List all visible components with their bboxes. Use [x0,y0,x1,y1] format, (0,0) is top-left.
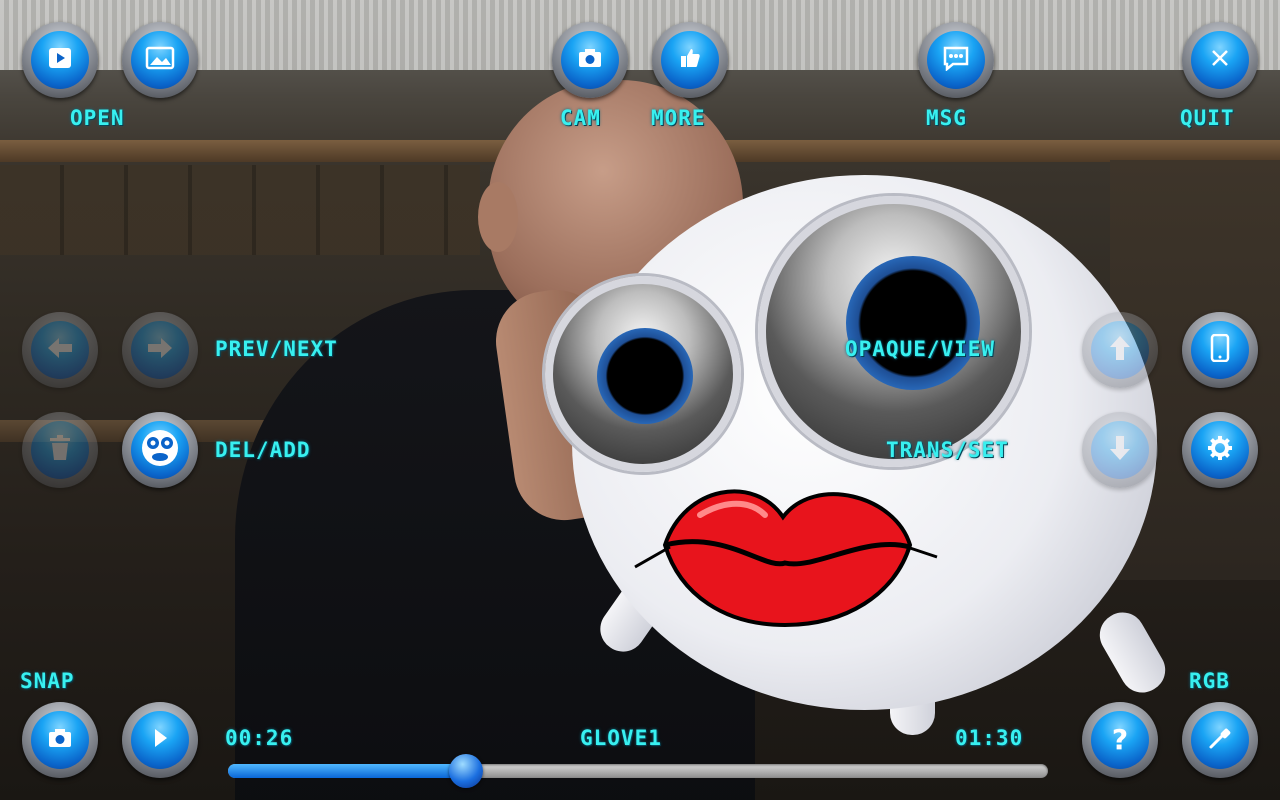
tablet-icon [1210,333,1230,367]
opaque-up-button[interactable] [1082,312,1158,388]
prev-button[interactable] [22,312,98,388]
image-icon [145,45,175,76]
play-button[interactable] [122,702,198,778]
msg-label: MSG [926,106,967,130]
clip-name: GLOVE1 [580,726,662,750]
arrow-left-icon [46,336,74,365]
gear-icon [1207,435,1233,466]
seek-bar-handle[interactable] [448,754,483,788]
quit-button[interactable] [1182,22,1258,98]
person-ear [478,182,518,252]
help-button[interactable]: ? [1082,702,1158,778]
arrow-up-icon [1108,334,1132,367]
cam-button[interactable] [552,22,628,98]
camera-preview [0,0,1280,800]
puppet-iris [597,328,693,424]
trans-down-button[interactable] [1082,412,1158,488]
thumbs-up-icon [678,46,702,75]
opaque-view-label: OPAQUE/VIEW [845,337,996,361]
puppet-iris [846,256,980,390]
quit-label: QUIT [1180,106,1235,130]
snap-label: SNAP [20,669,75,693]
next-button[interactable] [122,312,198,388]
play-icon [150,727,170,754]
settings-button[interactable] [1182,412,1258,488]
delete-button[interactable] [22,412,98,488]
add-face-button[interactable] [122,412,198,488]
seek-bar[interactable] [228,754,1048,788]
snap-button[interactable] [22,702,98,778]
rgb-button[interactable] [1182,702,1258,778]
del-add-label: DEL/ADD [215,438,311,462]
open-video-button[interactable] [22,22,98,98]
arrow-right-icon [146,336,174,365]
cam-label: CAM [560,106,601,130]
seek-bar-progress [228,764,466,778]
camera-icon [47,727,73,754]
play-icon [46,44,74,77]
arrow-down-icon [1108,434,1132,467]
view-button[interactable] [1182,312,1258,388]
trans-set-label: TRANS/SET [886,438,1009,462]
puppet-eye-left [545,276,741,472]
help-icon: ? [1111,723,1129,756]
msg-button[interactable] [918,22,994,98]
rgb-label: RGB [1189,669,1230,693]
total-time: 01:30 [955,726,1024,750]
puppet-eye-right [758,196,1029,467]
elapsed-time: 00:26 [225,726,294,750]
puppet-lips [634,489,938,628]
trash-icon [49,434,71,466]
face-icon [140,428,180,473]
camera-icon [577,47,603,74]
more-button[interactable] [652,22,728,98]
more-label: MORE [651,106,706,130]
open-label: OPEN [70,106,125,130]
storage-bins [0,165,480,255]
prev-next-label: PREV/NEXT [215,337,338,361]
open-image-button[interactable] [122,22,198,98]
close-icon [1210,47,1230,73]
eyedropper-icon [1207,725,1233,756]
message-icon [942,45,970,76]
